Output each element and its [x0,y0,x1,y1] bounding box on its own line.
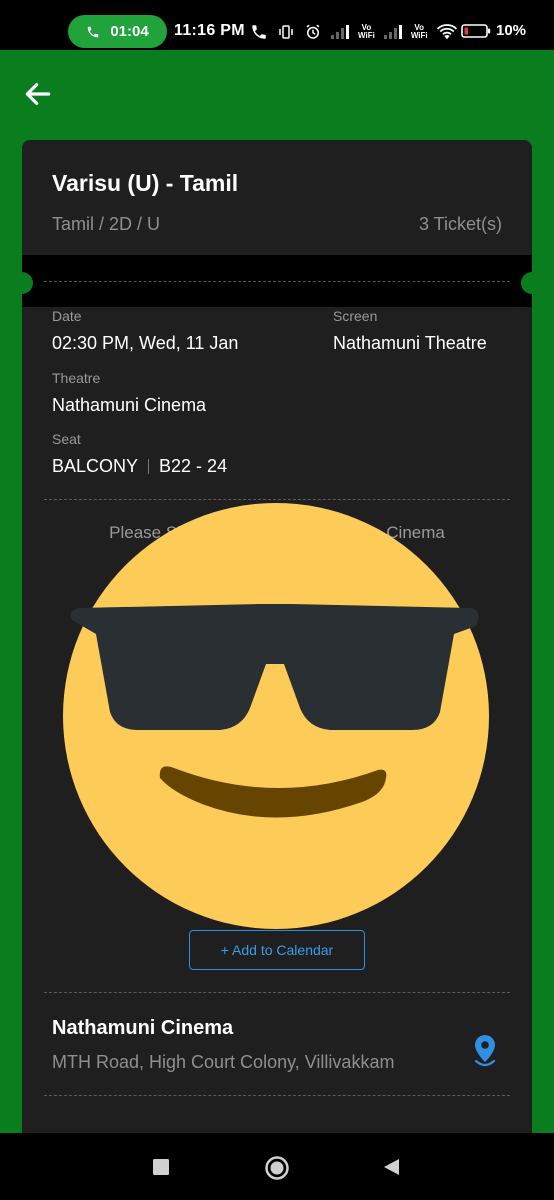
clock: 11:16 PM [174,22,245,39]
signal-icon-2 [383,25,402,39]
sunglasses-emoji-icon [63,503,489,929]
seat-info: BALCONY B22 - 24 [52,456,227,477]
call-timer: 01:04 [110,23,149,40]
perforation-line [44,281,510,282]
date-value: 02:30 PM, Wed, 11 Jan [52,333,239,353]
add-to-calendar-button[interactable]: + Add to Calendar [189,930,365,970]
navigation-bar [0,1133,554,1200]
seat-label: Seat [52,431,81,447]
status-icons: Vo WiFi Vo WiFi [250,18,458,46]
date-label: Date [52,308,82,324]
phone-call-icon [252,25,266,39]
ongoing-call-pill[interactable]: 01:04 [68,15,167,48]
ticket-count: 3 Ticket(s) [418,214,502,234]
ticket-perforation [22,255,532,307]
ticket-notch-right [521,272,543,294]
seat-class: BALCONY [52,456,139,476]
signal-icon-1 [331,25,349,39]
arrow-left-icon [25,83,51,105]
theatre-value: Nathamuni Cinema [52,395,207,415]
divider-details [44,499,510,500]
wifi-icon [436,24,457,40]
movie-format: Tamil / 2D / U [52,214,161,234]
back-triangle-icon[interactable] [381,1157,401,1177]
theatre-label: Theatre [52,370,101,386]
movie-title: Varisu (U) - Tamil [52,170,239,196]
status-bar: 01:04 11:16 PM Vo WiFi Vo WiFi 10% [0,0,554,50]
vibrate-icon [279,25,293,39]
ticket-notch-left [11,272,33,294]
phone-icon [88,26,99,37]
divider-venue-bottom [44,1095,510,1096]
screen-value: Nathamuni Theatre [333,333,487,353]
seat-numbers: B22 - 24 [159,456,228,476]
divider-venue-top [44,992,510,993]
vowifi-badge-1: Vo WiFi [358,23,375,40]
battery-percent: 10% [496,22,527,39]
back-button[interactable] [18,74,58,114]
seat-separator [148,459,150,474]
home-icon[interactable] [264,1155,290,1181]
battery-status: 10% [461,22,526,39]
location-pin-icon[interactable] [470,1033,500,1069]
vowifi-badge-2: Vo WiFi [410,23,428,40]
screen-label: Screen [333,308,378,324]
ticket-header: Varisu (U) - Tamil Tamil / 2D / U 3 Tick… [22,140,532,256]
battery-icon [461,23,491,38]
venue-address: MTH Road, High Court Colony, Villivakkam [52,1052,395,1072]
recent-apps-icon[interactable] [152,1158,170,1176]
venue-name: Nathamuni Cinema [52,1017,234,1039]
ticket-card: Varisu (U) - Tamil Tamil / 2D / U 3 Tick… [11,140,543,1133]
alarm-icon [306,24,320,39]
